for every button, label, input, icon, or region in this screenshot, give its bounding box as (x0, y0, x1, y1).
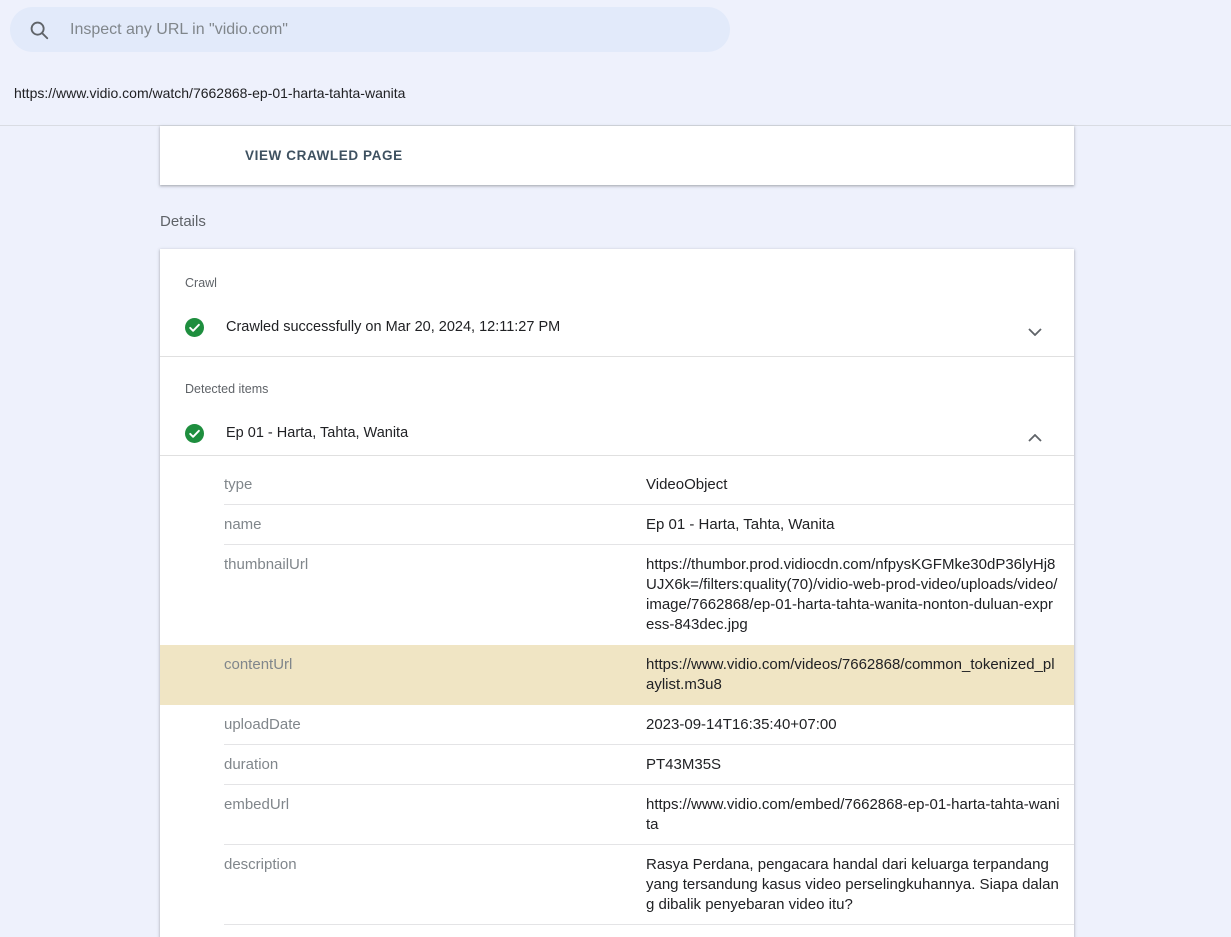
crawl-section: Crawl Crawled successfully on Mar 20, 20… (160, 249, 1074, 357)
property-value: VideoObject (646, 475, 1060, 495)
property-row-duration[interactable]: durationPT43M35S (160, 745, 1074, 785)
property-row-thumbnailUrl[interactable]: thumbnailUrlhttps://thumbor.prod.vidiocd… (160, 545, 1074, 645)
property-key: type (224, 475, 646, 495)
detected-items-label: Detected items (185, 382, 268, 396)
detected-item-title: Ep 01 - Harta, Tahta, Wanita (226, 425, 408, 441)
property-value: 2023-09-14T16:35:40+07:00 (646, 715, 1060, 735)
chevron-down-icon[interactable] (1028, 323, 1042, 341)
crawled-page-card: VIEW CRAWLED PAGE (160, 126, 1074, 185)
url-inspection-search-input[interactable]: Inspect any URL in "vidio.com" (10, 7, 730, 52)
property-row-name[interactable]: nameEp 01 - Harta, Tahta, Wanita (160, 505, 1074, 545)
property-key: thumbnailUrl (224, 555, 646, 635)
property-key: embedUrl (224, 795, 646, 835)
property-key: uploadDate (224, 715, 646, 735)
property-value: https://www.vidio.com/embed/7662868-ep-0… (646, 795, 1060, 835)
property-key: duration (224, 755, 646, 775)
property-key: description (224, 855, 646, 915)
property-value: Ep 01 - Harta, Tahta, Wanita (646, 515, 1060, 535)
view-crawled-page-button[interactable]: VIEW CRAWLED PAGE (245, 148, 403, 163)
success-check-icon (185, 424, 204, 448)
search-icon (28, 19, 50, 41)
inspected-url-text: https://www.vidio.com/watch/7662868-ep-0… (14, 85, 405, 101)
property-value: Rasya Perdana, pengacara handal dari kel… (646, 855, 1060, 915)
property-value: https://thumbor.prod.vidiocdn.com/nfpysK… (646, 555, 1060, 635)
property-row-contentUrl[interactable]: contentUrlhttps://www.vidio.com/videos/7… (160, 645, 1074, 705)
details-card: Crawl Crawled successfully on Mar 20, 20… (160, 249, 1074, 937)
structured-data-table: typeVideoObjectnameEp 01 - Harta, Tahta,… (160, 456, 1074, 925)
success-check-icon (185, 318, 204, 342)
crawl-status-text: Crawled successfully on Mar 20, 2024, 12… (226, 319, 560, 335)
property-value: https://www.vidio.com/videos/7662868/com… (646, 655, 1060, 695)
details-heading: Details (160, 213, 206, 230)
detected-items-section: Detected items Ep 01 - Harta, Tahta, Wan… (160, 357, 1074, 456)
property-key: name (224, 515, 646, 535)
property-key: contentUrl (224, 655, 646, 695)
property-row-uploadDate[interactable]: uploadDate2023-09-14T16:35:40+07:00 (160, 705, 1074, 745)
property-row-type[interactable]: typeVideoObject (160, 456, 1074, 505)
crawl-status-row[interactable]: Crawled successfully on Mar 20, 2024, 12… (160, 311, 1074, 343)
detected-item-row[interactable]: Ep 01 - Harta, Tahta, Wanita (160, 417, 1074, 449)
property-value: PT43M35S (646, 755, 1060, 775)
property-row-embedUrl[interactable]: embedUrlhttps://www.vidio.com/embed/7662… (160, 785, 1074, 845)
top-bar: Inspect any URL in "vidio.com" https://w… (0, 0, 1231, 126)
property-row-description[interactable]: descriptionRasya Perdana, pengacara hand… (160, 845, 1074, 925)
crawl-section-label: Crawl (185, 276, 217, 290)
chevron-up-icon[interactable] (1028, 429, 1042, 447)
search-placeholder: Inspect any URL in "vidio.com" (70, 21, 288, 39)
